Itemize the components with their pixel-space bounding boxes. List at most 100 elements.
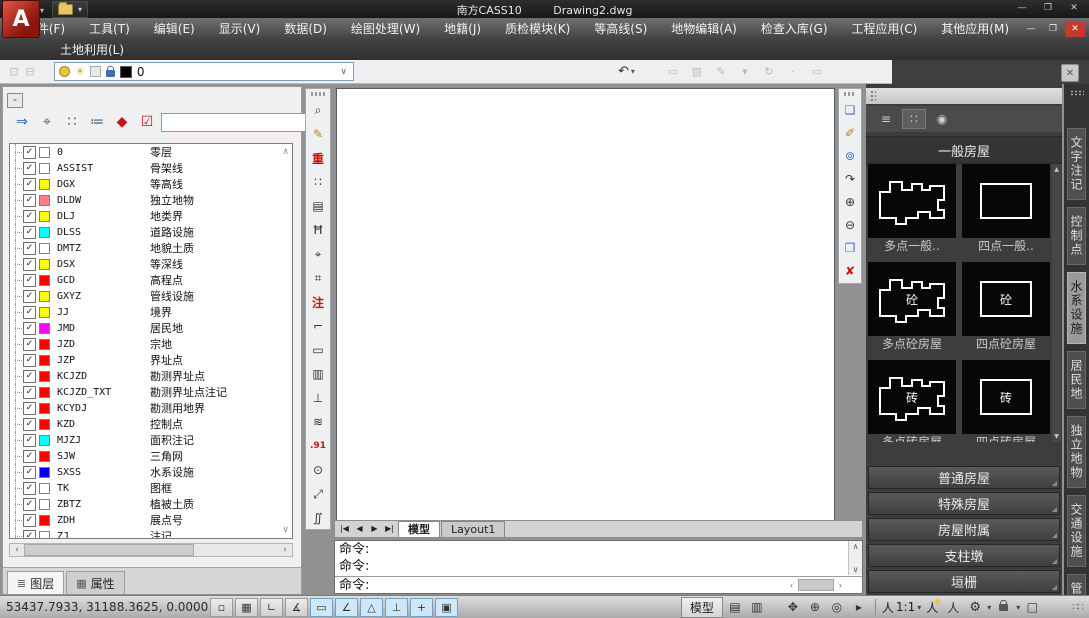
- tab-strip-grip-icon[interactable]: [1069, 90, 1084, 96]
- layer-row[interactable]: DLDW 独立地物: [10, 192, 292, 208]
- model-space-button[interactable]: 模型: [680, 596, 723, 618]
- status-toggle-icon[interactable]: ▣: [435, 597, 458, 617]
- undo-control[interactable]: ↶ ▾: [618, 64, 635, 79]
- layer-visibility-checkbox[interactable]: [23, 177, 36, 191]
- edit-tool-icon[interactable]: ⊕: [839, 190, 861, 213]
- palette-view-icon[interactable]: ∷: [902, 109, 926, 129]
- faded-tool-icon[interactable]: ▭: [665, 65, 681, 78]
- faded-tool-icon[interactable]: ✎: [713, 65, 729, 78]
- layout-quick-icon[interactable]: ▤: [725, 600, 745, 614]
- menu-item[interactable]: 其他应用(M): [929, 18, 1021, 40]
- undo-caret-icon[interactable]: ▾: [631, 67, 635, 76]
- panel-tab[interactable]: ▦ 属性: [66, 571, 125, 594]
- undo-icon[interactable]: ↶: [618, 64, 629, 79]
- layer-color-swatch[interactable]: [39, 530, 50, 538]
- draw-tool-icon[interactable]: ⌕: [306, 98, 330, 122]
- palette-grip-bar[interactable]: [866, 88, 1062, 104]
- house-tile[interactable]: 四点一般..: [962, 164, 1050, 254]
- house-tile[interactable]: 多点一般..: [868, 164, 956, 254]
- category-tab[interactable]: 交通设施: [1067, 495, 1086, 567]
- layer-color-swatch[interactable]: [39, 418, 50, 430]
- command-prompt[interactable]: 命令:: [335, 576, 862, 594]
- layer-combo-caret-icon[interactable]: ∨: [340, 67, 349, 77]
- layer-row[interactable]: KCYDJ 勘测用地界: [10, 400, 292, 416]
- layer-visibility-checkbox[interactable]: [23, 321, 36, 335]
- status-toggle-icon[interactable]: ⊥: [385, 597, 408, 617]
- layer-visibility-checkbox[interactable]: [23, 481, 36, 495]
- edit-tool-icon[interactable]: ↷: [839, 167, 861, 190]
- hscroll-thumb[interactable]: [24, 544, 194, 556]
- draw-tool-icon[interactable]: ∬: [306, 506, 330, 530]
- app-menu-caret-icon[interactable]: ▾: [40, 6, 44, 15]
- draw-tool-icon[interactable]: ⤢: [306, 482, 330, 506]
- menu-item-land-use[interactable]: 土地利用(L): [48, 39, 136, 61]
- toolbar-close-icon[interactable]: ✕: [1061, 64, 1079, 82]
- menu-item[interactable]: 等高线(S): [582, 18, 659, 40]
- draw-tool-icon[interactable]: ≋: [306, 410, 330, 434]
- layer-row[interactable]: KZD 控制点: [10, 416, 292, 432]
- layer-visibility-checkbox[interactable]: [23, 449, 36, 463]
- list-scroll-up-icon[interactable]: ∧: [282, 147, 289, 157]
- house-tile-image[interactable]: [962, 164, 1050, 238]
- layer-combo[interactable]: ☀ 0 ∨: [54, 62, 354, 81]
- layer-visibility-checkbox[interactable]: [23, 417, 36, 431]
- layout-nav-icon[interactable]: |◀: [337, 522, 352, 536]
- status-nav-icon[interactable]: ◎: [827, 600, 847, 614]
- draw-tool-icon[interactable]: 注: [306, 290, 330, 314]
- layer-visibility-checkbox[interactable]: [23, 529, 36, 538]
- layer-row[interactable]: DSX 等深线: [10, 256, 292, 272]
- layer-visibility-checkbox[interactable]: [23, 369, 36, 383]
- menu-item[interactable]: 绘图处理(W): [339, 18, 432, 40]
- layer-row[interactable]: KCJZD 勘测界址点: [10, 368, 292, 384]
- draw-tool-icon[interactable]: ✎: [306, 122, 330, 146]
- layer-tool-icon[interactable]: ☑: [136, 110, 158, 134]
- layer-visibility-checkbox[interactable]: [23, 401, 36, 415]
- house-tile[interactable]: 砼 四点砼房屋: [962, 262, 1050, 352]
- hscroll-left-icon[interactable]: ‹: [10, 545, 24, 555]
- layer-visibility-checkbox[interactable]: [23, 305, 36, 319]
- panel-tab[interactable]: ≣ 图层: [7, 571, 65, 594]
- category-tab[interactable]: 管线设施: [1067, 574, 1086, 595]
- layer-row[interactable]: SJW 三角网: [10, 448, 292, 464]
- palette-view-icon[interactable]: ◉: [930, 109, 954, 129]
- faded-tool-icon[interactable]: ▭: [809, 65, 825, 78]
- draw-tool-icon[interactable]: ⌗: [306, 266, 330, 290]
- window-control-button[interactable]: —: [1009, 0, 1035, 15]
- draw-tool-icon[interactable]: 重: [306, 146, 330, 170]
- house-tile-image[interactable]: 砖: [868, 360, 956, 434]
- layer-row[interactable]: 0 零层: [10, 144, 292, 160]
- faded-tool-icon[interactable]: ·: [785, 65, 801, 78]
- menu-item[interactable]: 工具(T): [77, 18, 142, 40]
- house-tile-image[interactable]: 砖: [962, 360, 1050, 434]
- draw-tool-icon[interactable]: ▭: [306, 338, 330, 362]
- doc-window-control-button[interactable]: ❐: [1043, 22, 1063, 37]
- draw-tool-icon[interactable]: ⌖: [306, 242, 330, 266]
- menu-item[interactable]: 地物编辑(A): [659, 18, 749, 40]
- layer-color-icon[interactable]: [119, 65, 132, 78]
- status-nav-icon[interactable]: ✥: [783, 600, 803, 614]
- window-control-button[interactable]: ✕: [1061, 0, 1087, 15]
- layer-row[interactable]: MJZJ 面积注记: [10, 432, 292, 448]
- status-toggle-icon[interactable]: ▫: [210, 597, 233, 617]
- layer-color-swatch[interactable]: [39, 162, 50, 174]
- layer-lock-icon[interactable]: [105, 65, 115, 77]
- layer-row[interactable]: DGX 等高线: [10, 176, 292, 192]
- layer-visibility-checkbox[interactable]: [23, 337, 36, 351]
- layer-color-swatch[interactable]: [39, 482, 50, 494]
- status-toggle-icon[interactable]: ∡: [285, 597, 308, 617]
- layer-color-swatch[interactable]: [39, 290, 50, 302]
- toolbar-grip[interactable]: [311, 92, 325, 96]
- workspace-caret-icon[interactable]: ▾: [987, 603, 991, 612]
- house-tile[interactable]: 砼 多点砼房屋: [868, 262, 956, 352]
- layout-tab[interactable]: 模型: [398, 521, 440, 537]
- category-tab[interactable]: 文字注记: [1067, 128, 1086, 200]
- layer-row[interactable]: DMTZ 地貌土质: [10, 240, 292, 256]
- layer-visibility-checkbox[interactable]: [23, 241, 36, 255]
- layer-row[interactable]: JZD 宗地: [10, 336, 292, 352]
- layer-tool-icon[interactable]: ⌖: [36, 110, 58, 134]
- layer-list-hscrollbar[interactable]: ‹ ›: [9, 543, 293, 557]
- layer-row[interactable]: ASSIST 骨架线: [10, 160, 292, 176]
- annotation-scale-control[interactable]: 人 1:1 ▾: [882, 599, 921, 616]
- layer-color-swatch[interactable]: [39, 258, 50, 270]
- layer-visibility-checkbox[interactable]: [23, 273, 36, 287]
